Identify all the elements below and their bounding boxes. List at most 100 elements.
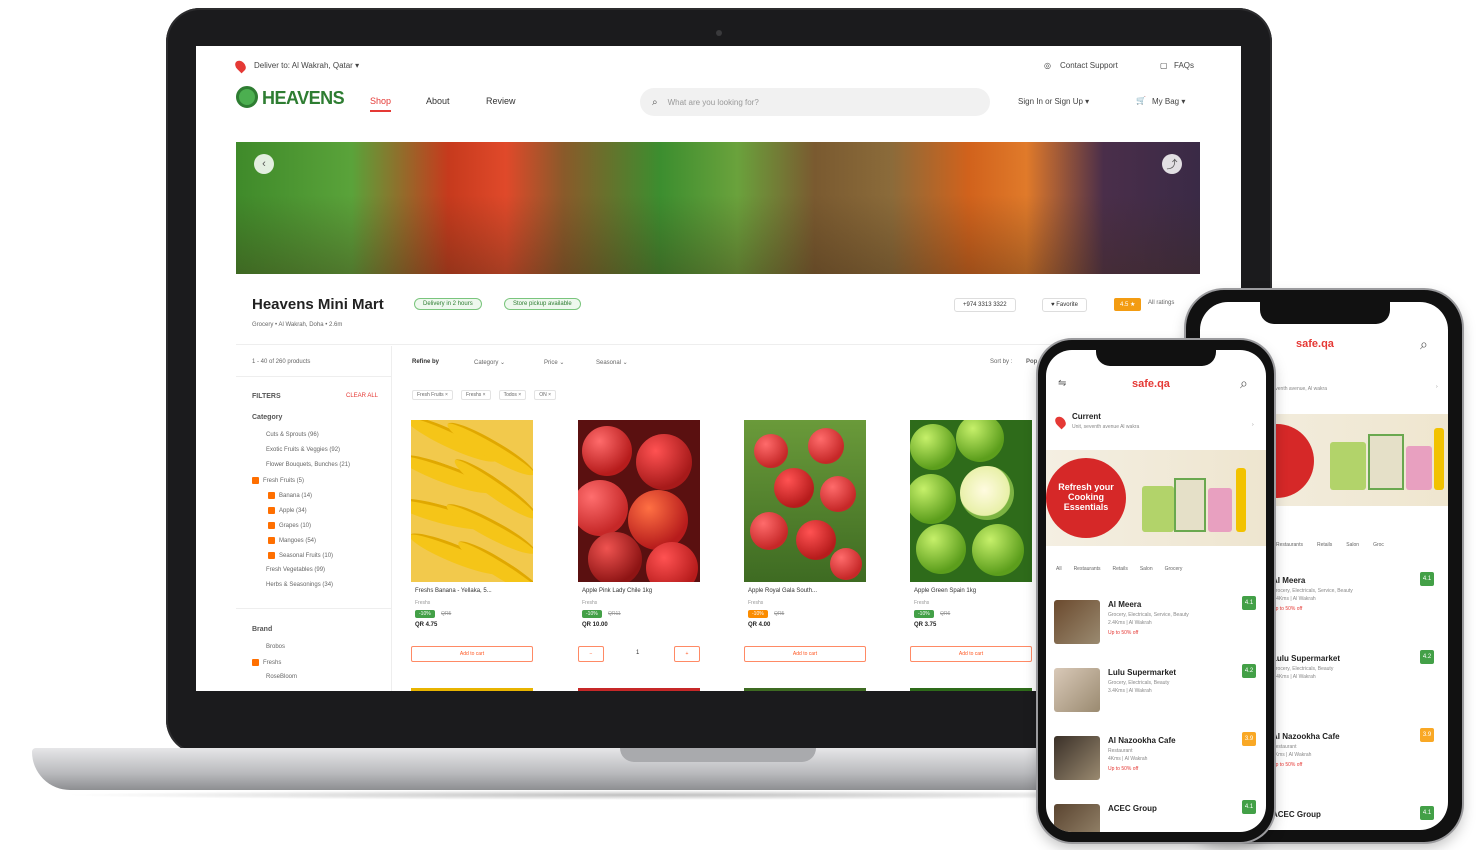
filter-seasonal-dropdown[interactable]: Seasonal ⌄ bbox=[596, 359, 628, 366]
store-categories: Grocery, Electricals, Service, Beauty bbox=[1108, 612, 1189, 618]
brand-filter-item[interactable]: RoseBloom bbox=[252, 674, 297, 680]
store-thumbnail[interactable] bbox=[1054, 736, 1100, 780]
category-filter-item[interactable]: Cuts & Sprouts (96) bbox=[252, 432, 319, 438]
category-tab[interactable]: Grocery bbox=[1165, 566, 1183, 572]
active-filter-tag[interactable]: Fresh Fruits × bbox=[412, 390, 453, 400]
active-filter-tag[interactable]: Freshs × bbox=[460, 390, 491, 400]
checkbox-checked-icon[interactable] bbox=[268, 507, 275, 514]
brand-logo[interactable]: HEAVENS bbox=[262, 88, 345, 109]
product-name[interactable]: Apple Royal Gala South... bbox=[748, 588, 817, 594]
category-filter-item[interactable]: Fresh Vegetables (99) bbox=[252, 567, 325, 573]
category-tab[interactable]: All bbox=[1056, 566, 1062, 572]
add-to-cart-button[interactable]: Add to cart bbox=[744, 646, 866, 662]
nav-about[interactable]: About bbox=[426, 96, 450, 106]
category-filter-item[interactable]: Banana (14) bbox=[268, 492, 312, 499]
category-filter-label: Fresh Vegetables (99) bbox=[266, 567, 326, 573]
product-image-apple-pink-lady[interactable] bbox=[578, 420, 700, 582]
category-filter-item[interactable]: Seasonal Fruits (10) bbox=[268, 552, 333, 559]
promo-banner[interactable]: Refresh your Cooking Essentials bbox=[1046, 450, 1266, 546]
store-thumbnail[interactable] bbox=[1054, 804, 1100, 832]
store-name[interactable]: Al Nazookha Cafe bbox=[1272, 732, 1340, 741]
rating-badge: 4.5 ★ bbox=[1114, 298, 1142, 311]
clear-all-link[interactable]: CLEAR ALL bbox=[346, 393, 378, 399]
product-brand: Freshs bbox=[582, 600, 598, 606]
contact-support-link[interactable]: Contact Support bbox=[1060, 61, 1118, 70]
store-name[interactable]: Al Meera bbox=[1108, 600, 1141, 609]
category-tab[interactable]: Retails bbox=[1317, 542, 1332, 548]
store-name[interactable]: Al Meera bbox=[1272, 576, 1305, 585]
checkbox-checked-icon[interactable] bbox=[268, 552, 275, 559]
category-tab[interactable]: Salon bbox=[1346, 542, 1359, 548]
logo-mark-icon bbox=[236, 86, 258, 108]
safeqa-logo[interactable]: safe.qa bbox=[1296, 338, 1334, 350]
filter-category-dropdown[interactable]: Category ⌄ bbox=[474, 359, 505, 366]
add-to-cart-button[interactable]: Add to cart bbox=[910, 646, 1032, 662]
search-input[interactable]: ⌕ What are you looking for? bbox=[640, 88, 990, 116]
my-bag-button[interactable]: My Bag ▾ bbox=[1152, 97, 1185, 106]
checkbox-checked-icon[interactable] bbox=[268, 522, 275, 529]
brand-filter-item[interactable]: Brobos bbox=[252, 644, 285, 650]
category-tab[interactable]: Retails bbox=[1113, 566, 1128, 572]
category-heading: Category bbox=[252, 414, 283, 421]
faqs-link[interactable]: FAQs bbox=[1174, 61, 1194, 70]
all-ratings-link[interactable]: All ratings bbox=[1148, 300, 1174, 306]
active-filter-tag[interactable]: ON × bbox=[534, 390, 557, 400]
checkbox-checked-icon[interactable] bbox=[252, 659, 259, 666]
store-name[interactable]: ACEC Group bbox=[1272, 810, 1321, 819]
product-image-banana[interactable] bbox=[411, 420, 533, 582]
delivery-chip: Delivery in 2 hours bbox=[414, 298, 482, 310]
minus-button[interactable]: − bbox=[578, 646, 604, 662]
product-name[interactable]: Apple Pink Lady Chile 1kg bbox=[582, 588, 652, 594]
safeqa-logo[interactable]: safe.qa bbox=[1132, 378, 1170, 390]
product-name[interactable]: Freshs Banana - Yellaka, 5... bbox=[415, 588, 492, 594]
brand-filter-item[interactable]: Freshs bbox=[252, 659, 281, 666]
store-name[interactable]: Lulu Supermarket bbox=[1108, 668, 1176, 677]
add-to-cart-button[interactable]: Add to cart bbox=[411, 646, 533, 662]
store-name[interactable]: ACEC Group bbox=[1108, 804, 1157, 813]
checkbox-checked-icon[interactable] bbox=[268, 537, 275, 544]
product-name[interactable]: Apple Green Spain 1kg bbox=[914, 588, 976, 594]
location-title[interactable]: Current bbox=[1072, 412, 1101, 421]
location-address[interactable]: seventh avenue, Al wakra bbox=[1270, 386, 1327, 392]
category-tab[interactable]: Restaurants bbox=[1276, 542, 1303, 548]
nav-shop[interactable]: Shop bbox=[370, 96, 392, 112]
checkbox-checked-icon[interactable] bbox=[252, 477, 259, 484]
category-filter-item[interactable]: Apple (34) bbox=[268, 507, 307, 514]
category-filter-item[interactable]: Mangoes (54) bbox=[268, 537, 316, 544]
store-thumbnail[interactable] bbox=[1054, 600, 1100, 644]
active-filter-tag[interactable]: Todos × bbox=[498, 390, 527, 400]
call-button[interactable]: +974 3313 3322 bbox=[954, 298, 1016, 312]
store-name[interactable]: Lulu Supermarket bbox=[1272, 654, 1340, 663]
product-image-row2 bbox=[578, 688, 700, 691]
category-filter-item[interactable]: Grapes (10) bbox=[268, 522, 311, 529]
promo-banner[interactable] bbox=[1270, 414, 1448, 506]
deliver-to-selector[interactable]: Deliver to: Al Wakrah, Qatar ▾ bbox=[254, 61, 359, 70]
filter-icon[interactable]: ⇋ bbox=[1058, 378, 1066, 389]
category-filter-label: Herbs & Seasonings (34) bbox=[266, 582, 334, 588]
sort-dropdown[interactable]: Pop bbox=[1026, 359, 1037, 365]
category-filter-item[interactable]: Herbs & Seasonings (34) bbox=[252, 582, 333, 588]
search-icon[interactable]: ⌕ bbox=[1420, 336, 1428, 353]
nav-review[interactable]: Review bbox=[486, 96, 516, 106]
store-thumbnail[interactable] bbox=[1054, 668, 1100, 712]
category-tab[interactable]: Groc bbox=[1373, 542, 1384, 548]
plus-button[interactable]: + bbox=[674, 646, 700, 662]
product-image-apple-royal-gala[interactable] bbox=[744, 420, 866, 582]
category-filter-item[interactable]: Exotic Fruits & Veggies (92) bbox=[252, 447, 340, 453]
store-name[interactable]: Al Nazookha Cafe bbox=[1108, 736, 1176, 745]
category-filter-label: Exotic Fruits & Veggies (92) bbox=[266, 447, 341, 453]
search-icon[interactable]: ⌕ bbox=[1240, 375, 1248, 392]
sign-in-button[interactable]: Sign In or Sign Up ▾ bbox=[1018, 97, 1089, 106]
back-icon[interactable]: ‹ bbox=[254, 154, 274, 174]
category-tab[interactable]: Restaurants bbox=[1074, 566, 1101, 572]
product-image-apple-green[interactable] bbox=[910, 420, 1032, 582]
original-price: QR11 bbox=[608, 611, 621, 617]
location-address[interactable]: Unit, seventh avenue Al wakra bbox=[1072, 424, 1139, 430]
category-tab[interactable]: Salon bbox=[1140, 566, 1153, 572]
category-filter-item[interactable]: Fresh Fruits (5) bbox=[252, 477, 304, 484]
favorite-button[interactable]: ♥ Favorite bbox=[1042, 298, 1087, 312]
share-icon[interactable]: ⤴ bbox=[1162, 154, 1182, 174]
category-filter-item[interactable]: Flower Bouquets, Bunches (21) bbox=[252, 462, 350, 468]
filter-price-dropdown[interactable]: Price ⌄ bbox=[544, 359, 564, 366]
checkbox-checked-icon[interactable] bbox=[268, 492, 275, 499]
